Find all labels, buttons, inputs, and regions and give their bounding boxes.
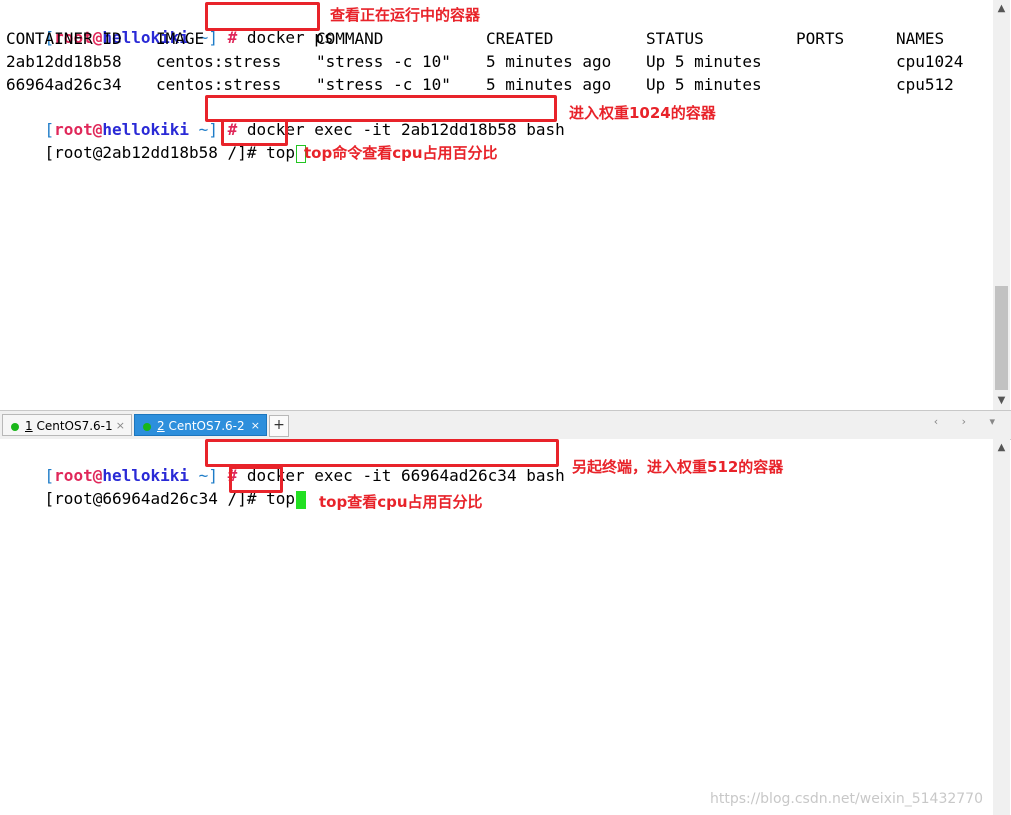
annotation-note: 进入权重1024的容器 (569, 104, 716, 122)
header-ports: PORTS (796, 29, 845, 48)
add-tab-button[interactable]: + (269, 415, 289, 437)
annotation-note: top查看cpu占用百分比 (319, 493, 483, 511)
highlight-box (221, 119, 288, 146)
session-tab-bar: 1 CentOS7.6-1 × 2 CentOS7.6-2 × + ‹ › ▾ (0, 410, 1011, 440)
annotation-note: top命令查看cpu占用百分比 (304, 144, 498, 162)
highlight-box (229, 466, 283, 493)
highlight-box (205, 2, 320, 31)
table-row: 66964ad26c34 centos:stress "stress -c 10… (6, 75, 954, 94)
watermark: https://blog.csdn.net/weixin_51432770 (709, 791, 983, 807)
tab-centos-2[interactable]: 2 CentOS7.6-2 × (134, 414, 267, 436)
scrollbar-pane-2[interactable]: ▲ (993, 439, 1010, 815)
close-icon[interactable]: × (251, 415, 260, 437)
annotation-note: 另起终端，进入权重512的容器 (572, 458, 784, 476)
highlight-box (205, 439, 559, 467)
header-names: NAMES (896, 29, 945, 48)
annotation-note: 查看正在运行中的容器 (330, 6, 481, 24)
terminal-pane-1[interactable]: [root@hellokiki ~] # docker ps CONTAINER… (0, 0, 993, 410)
header-status: STATUS (646, 29, 704, 48)
scrollbar-thumb[interactable] (995, 286, 1008, 390)
terminal-pane-2[interactable]: [root@hellokiki ~] # docker exec -it 669… (0, 439, 993, 815)
scroll-up-icon[interactable]: ▲ (993, 2, 1010, 16)
status-dot-icon (143, 422, 151, 431)
scroll-down-icon[interactable]: ▼ (993, 394, 1010, 408)
scrollbar-pane-1[interactable]: ▲ ▼ (993, 0, 1010, 410)
header-command: COMMAND (316, 29, 384, 48)
highlight-box (205, 95, 557, 122)
status-dot-icon (11, 422, 19, 431)
header-container-id: CONTAINER ID (6, 29, 122, 48)
header-created: CREATED (486, 29, 554, 48)
tab-centos-1[interactable]: 1 CentOS7.6-1 × (2, 414, 132, 436)
header-image: IMAGE (156, 29, 205, 48)
table-row: 2ab12dd18b58 centos:stress "stress -c 10… (6, 52, 964, 71)
scroll-up-icon[interactable]: ▲ (993, 441, 1010, 455)
tab-nav-arrows-icon[interactable]: ‹ › ▾ (934, 415, 1005, 428)
terminal-cursor (295, 490, 306, 509)
close-icon[interactable]: × (116, 415, 125, 437)
